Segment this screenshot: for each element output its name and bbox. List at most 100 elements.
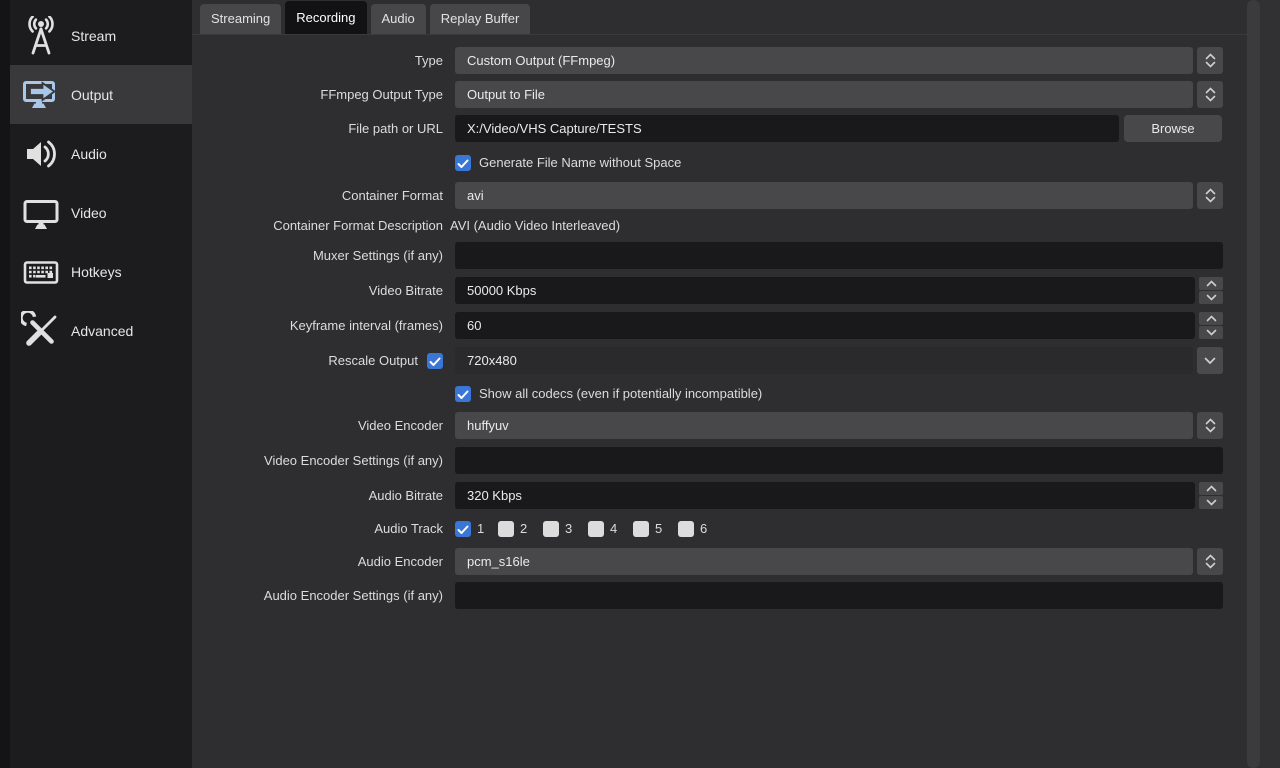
rescale-resolution-combobox[interactable]: 720x480 [455, 347, 1193, 374]
chevron-up-icon [1205, 418, 1215, 425]
audio-encoder-label: Audio Encoder [357, 554, 443, 569]
keyframe-interval-spinbox[interactable]: 60 [455, 312, 1195, 339]
sidebar-item-hotkeys[interactable]: Hotkeys [10, 242, 192, 301]
audio-encoder-settings-label: Audio Encoder Settings (if any) [263, 588, 443, 603]
row-muxer-settings: Muxer Settings (if any) [192, 242, 1223, 269]
sidebar-item-label: Advanced [71, 322, 134, 339]
check-icon [457, 159, 469, 168]
sidebar-item-video[interactable]: Video [10, 183, 192, 242]
keyframe-interval-increment-button[interactable] [1199, 312, 1223, 325]
type-dropdown[interactable]: Custom Output (FFmpeg) [455, 47, 1193, 74]
chevron-up-icon [1205, 188, 1215, 195]
rescale-resolution-dropdown-button[interactable] [1197, 347, 1223, 374]
muxer-settings-input[interactable] [455, 242, 1223, 269]
check-icon [457, 390, 469, 399]
ffmpeg-output-type-label: FFmpeg Output Type [320, 87, 443, 102]
output-mode-tabbar: Streaming Recording Audio Replay Buffer [200, 0, 1100, 34]
row-audio-encoder: Audio Encoder pcm_s16le [192, 548, 1223, 575]
row-type: Type Custom Output (FFmpeg) [192, 47, 1223, 74]
sidebar-item-audio[interactable]: Audio [10, 124, 192, 183]
video-bitrate-decrement-button[interactable] [1199, 291, 1223, 304]
chevron-up-icon [1205, 554, 1215, 561]
container-format-dropdown[interactable]: avi [455, 182, 1193, 209]
ffmpeg-output-type-dropdown[interactable]: Output to File [455, 81, 1193, 108]
container-format-dropdown-spinner[interactable] [1197, 182, 1223, 209]
row-audio-track: Audio Track 1 2 3 4 5 6 [192, 515, 1223, 542]
audio-track-2-checkbox[interactable] [498, 520, 514, 537]
audio-track-6-checkbox[interactable] [678, 520, 694, 537]
video-encoder-label: Video Encoder [357, 418, 443, 433]
keyframe-interval-decrement-button[interactable] [1199, 326, 1223, 339]
sidebar-item-output[interactable]: Output [10, 65, 192, 124]
audio-track-1-checkbox[interactable] [455, 520, 471, 537]
sidebar-item-label: Output [71, 86, 114, 103]
audio-bitrate-increment-button[interactable] [1199, 482, 1223, 495]
sidebar-item-stream[interactable]: Stream [10, 6, 192, 65]
row-show-all-codecs: Show all codecs (even if potentially inc… [192, 380, 1223, 407]
browse-button[interactable]: Browse [1124, 115, 1222, 142]
settings-panel: Streaming Recording Audio Replay Buffer … [192, 0, 1280, 768]
type-dropdown-spinner[interactable] [1197, 47, 1223, 74]
file-path-input[interactable] [455, 115, 1119, 142]
audio-track-4-checkbox[interactable] [588, 520, 604, 537]
row-video-encoder-settings: Video Encoder Settings (if any) [192, 447, 1223, 474]
chevron-down-icon [1204, 357, 1216, 364]
generate-no-space-checkbox[interactable] [455, 154, 471, 171]
row-file-path: File path or URL Browse [192, 115, 1223, 142]
scroll-gutter [1260, 0, 1280, 768]
tab-audio[interactable]: Audio [370, 4, 426, 34]
chevron-down-icon [1205, 61, 1215, 68]
chevron-up-icon [1205, 87, 1215, 94]
row-audio-encoder-settings: Audio Encoder Settings (if any) [192, 582, 1223, 609]
tab-replay-buffer[interactable]: Replay Buffer [429, 4, 531, 34]
audio-track-3-checkbox[interactable] [543, 520, 559, 537]
show-all-codecs-checkbox[interactable] [455, 385, 471, 402]
sidebar-item-advanced[interactable]: Advanced [10, 301, 192, 360]
audio-bitrate-spinbox[interactable]: 320 Kbps [455, 482, 1195, 509]
audio-bitrate-decrement-button[interactable] [1199, 496, 1223, 509]
row-container-format-description: Container Format Description AVI (Audio … [192, 212, 1223, 239]
chevron-up-icon [1206, 280, 1216, 287]
audio-icon [21, 134, 61, 174]
video-bitrate-spinbox[interactable]: 50000 Kbps [455, 277, 1195, 304]
hotkeys-icon [21, 252, 61, 292]
row-audio-bitrate: Audio Bitrate 320 Kbps [192, 482, 1223, 509]
video-encoder-settings-input[interactable] [455, 447, 1223, 474]
tabbar-divider [192, 34, 1247, 35]
audio-encoder-dropdown-spinner[interactable] [1197, 548, 1223, 575]
advanced-icon [21, 310, 61, 351]
chevron-down-icon [1206, 329, 1216, 336]
video-bitrate-increment-button[interactable] [1199, 277, 1223, 290]
chevron-up-icon [1206, 315, 1216, 322]
keyframe-interval-label: Keyframe interval (frames) [289, 318, 443, 333]
file-path-label: File path or URL [348, 121, 443, 136]
rescale-output-checkbox[interactable] [427, 352, 443, 369]
ffmpeg-output-type-dropdown-spinner[interactable] [1197, 81, 1223, 108]
stream-icon [21, 15, 61, 56]
sidebar-item-label: Stream [71, 27, 117, 44]
video-encoder-dropdown[interactable]: huffyuv [455, 412, 1193, 439]
video-encoder-dropdown-spinner[interactable] [1197, 412, 1223, 439]
audio-track-5-checkbox[interactable] [633, 520, 649, 537]
chevron-down-icon [1205, 196, 1215, 203]
audio-track-label: Audio Track [374, 521, 443, 536]
tab-recording[interactable]: Recording [285, 1, 367, 34]
sidebar-item-label: Audio [71, 145, 107, 162]
row-rescale-output: Rescale Output 720x480 [192, 347, 1223, 374]
sidebar-item-label: Video [71, 204, 107, 221]
chevron-down-icon [1205, 95, 1215, 102]
chevron-up-icon [1206, 485, 1216, 492]
chevron-down-icon [1205, 426, 1215, 433]
chevron-down-icon [1205, 562, 1215, 569]
chevron-down-icon [1206, 499, 1216, 506]
audio-encoder-dropdown[interactable]: pcm_s16le [455, 548, 1193, 575]
video-bitrate-label: Video Bitrate [368, 283, 443, 298]
vertical-scrollbar[interactable] [1247, 0, 1260, 768]
chevron-down-icon [1206, 294, 1216, 301]
audio-encoder-settings-input[interactable] [455, 582, 1223, 609]
output-icon [21, 75, 61, 115]
row-container-format: Container Format avi [192, 182, 1223, 209]
row-video-bitrate: Video Bitrate 50000 Kbps [192, 277, 1223, 304]
tab-streaming[interactable]: Streaming [200, 4, 282, 34]
muxer-settings-label: Muxer Settings (if any) [312, 248, 443, 263]
